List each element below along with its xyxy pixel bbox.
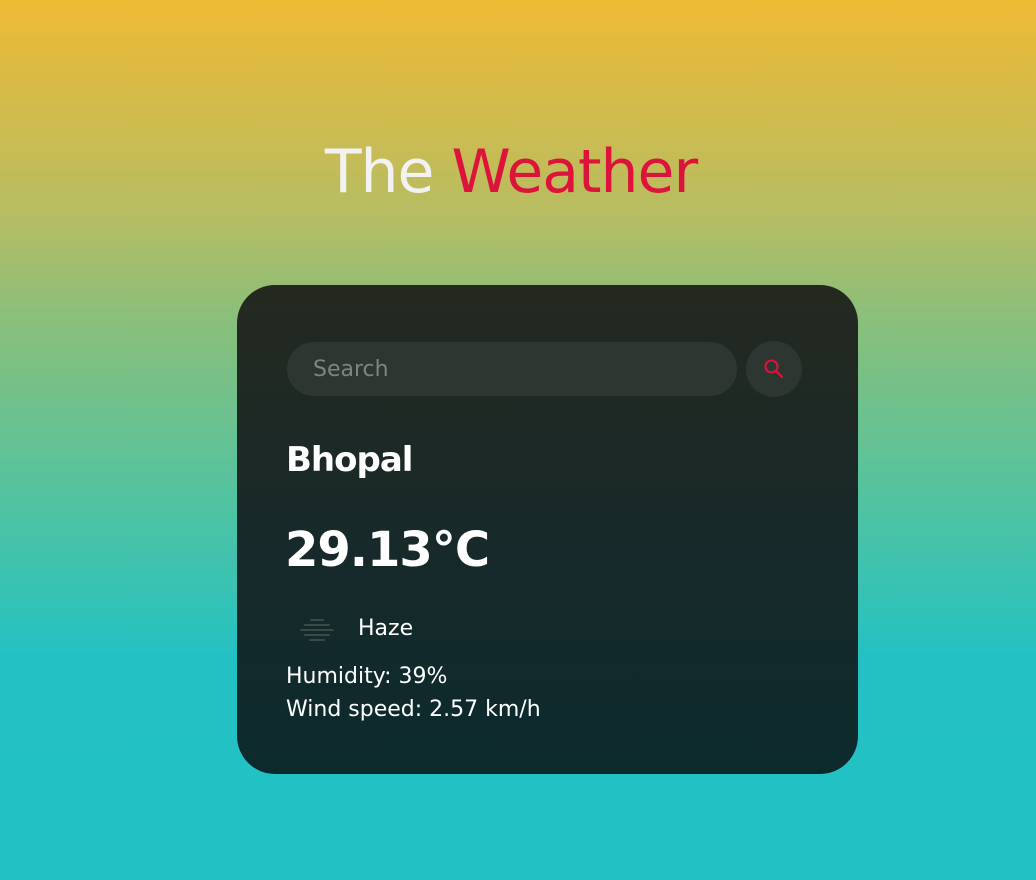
- search-icon: [764, 359, 784, 379]
- weather-condition: Haze: [358, 616, 414, 641]
- search-input[interactable]: [287, 342, 737, 396]
- title-word-weather: Weather: [451, 137, 699, 208]
- humidity-text: Humidity: 39%: [286, 664, 448, 689]
- title-word-the: The: [324, 137, 435, 208]
- city-name: Bhopal: [286, 440, 413, 480]
- weather-card: Bhopal 29.13°C Haze Humidity: 39% Wind s…: [237, 285, 858, 774]
- haze-icon: [300, 619, 334, 641]
- page-title: The Weather: [0, 132, 1022, 212]
- search-button[interactable]: [746, 341, 802, 397]
- wind-speed-text: Wind speed: 2.57 km/h: [286, 697, 541, 722]
- temperature: 29.13°C: [285, 522, 490, 578]
